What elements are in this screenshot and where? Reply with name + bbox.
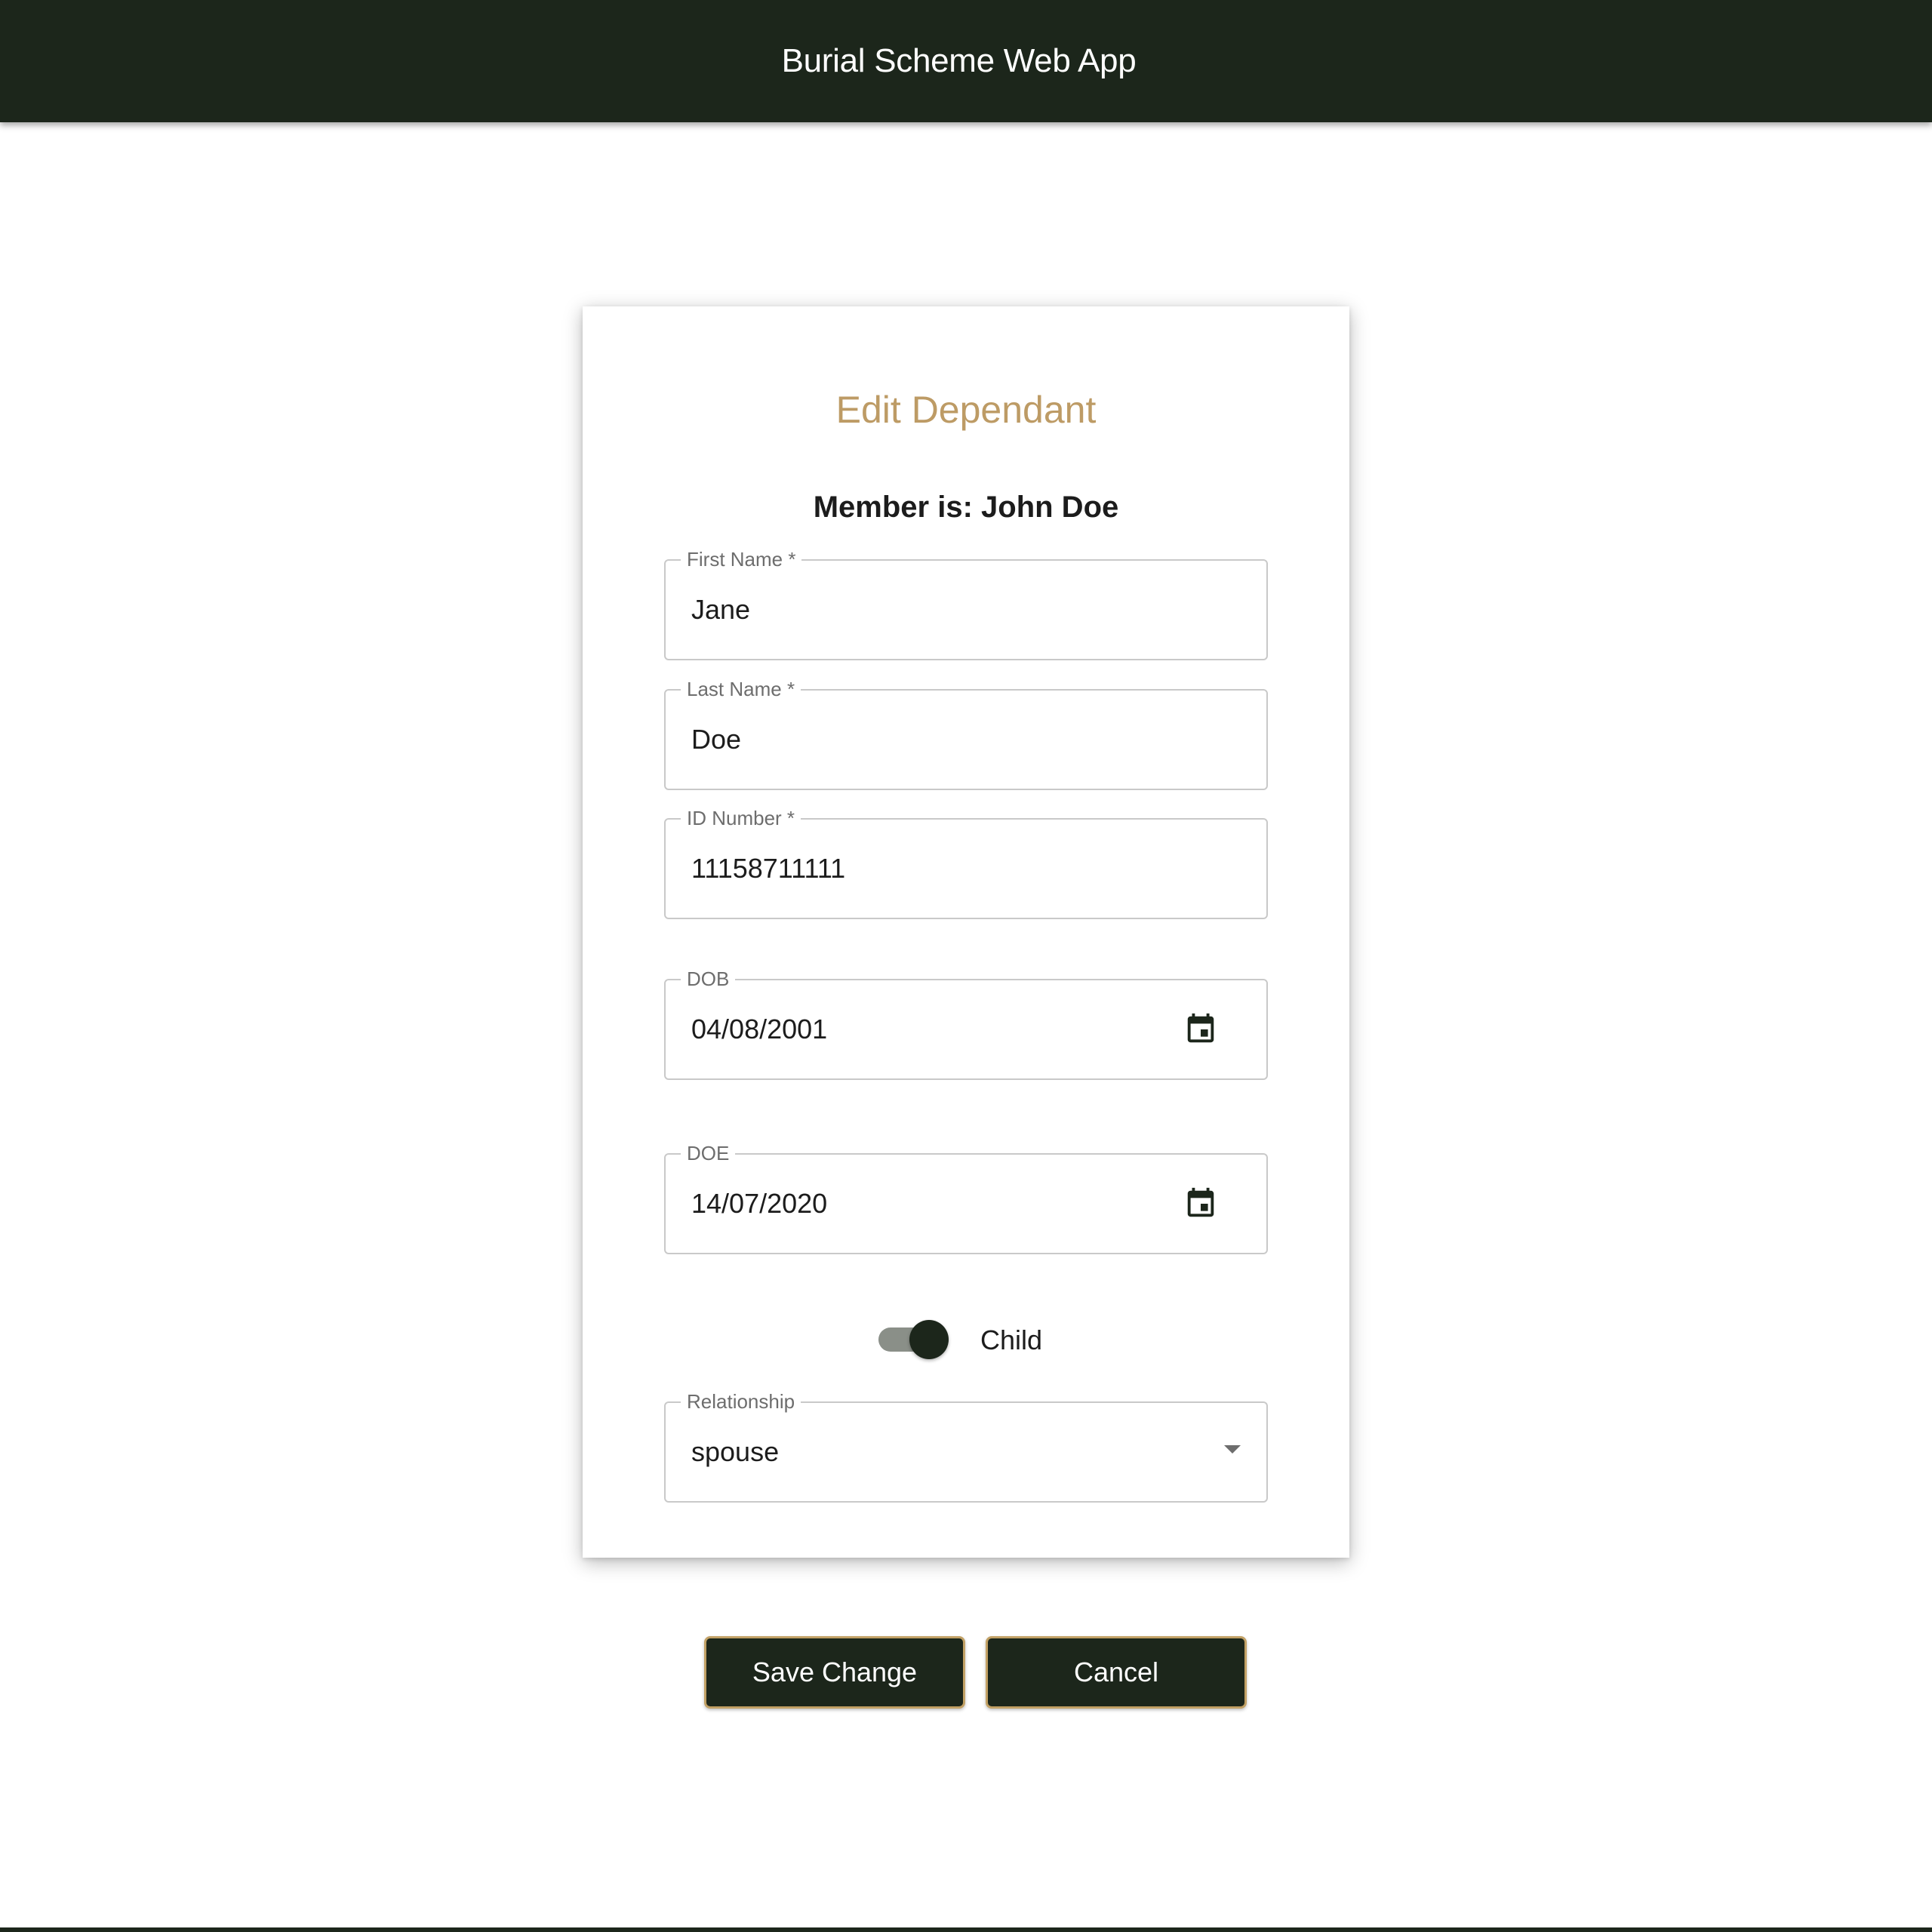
save-change-button[interactable]: Save Change [704, 1636, 965, 1709]
dob-field[interactable]: DOB [664, 965, 1268, 1080]
calendar-icon[interactable] [1183, 1012, 1218, 1047]
last-name-input[interactable] [691, 691, 1174, 789]
first-name-input[interactable] [691, 561, 1174, 659]
dob-input[interactable] [691, 980, 1174, 1078]
cancel-button[interactable]: Cancel [986, 1636, 1247, 1709]
toggle-thumb[interactable] [909, 1320, 949, 1359]
calendar-icon[interactable] [1183, 1186, 1218, 1221]
app-header: Burial Scheme Web App [0, 0, 1932, 122]
relationship-value[interactable]: spouse [691, 1403, 1174, 1501]
member-info: Member is: John Doe [813, 491, 1119, 524]
app-title: Burial Scheme Web App [781, 42, 1137, 79]
child-toggle-row: Child [583, 1313, 1349, 1366]
doe-input[interactable] [691, 1155, 1174, 1253]
child-toggle-label: Child [980, 1324, 1043, 1355]
dropdown-arrow-icon[interactable] [1224, 1445, 1241, 1454]
page-title: Edit Dependant [835, 389, 1097, 431]
bottom-border [0, 1927, 1932, 1932]
id-number-field[interactable]: ID Number * [664, 804, 1268, 919]
edit-dependant-card: Edit Dependant Member is: John Doe First… [583, 306, 1349, 1558]
relationship-select[interactable]: Relationship spouse [664, 1388, 1268, 1503]
last-name-field[interactable]: Last Name * [664, 675, 1268, 790]
id-number-input[interactable] [691, 820, 1174, 918]
doe-field[interactable]: DOE [664, 1140, 1268, 1254]
first-name-field[interactable]: First Name * [664, 546, 1268, 660]
